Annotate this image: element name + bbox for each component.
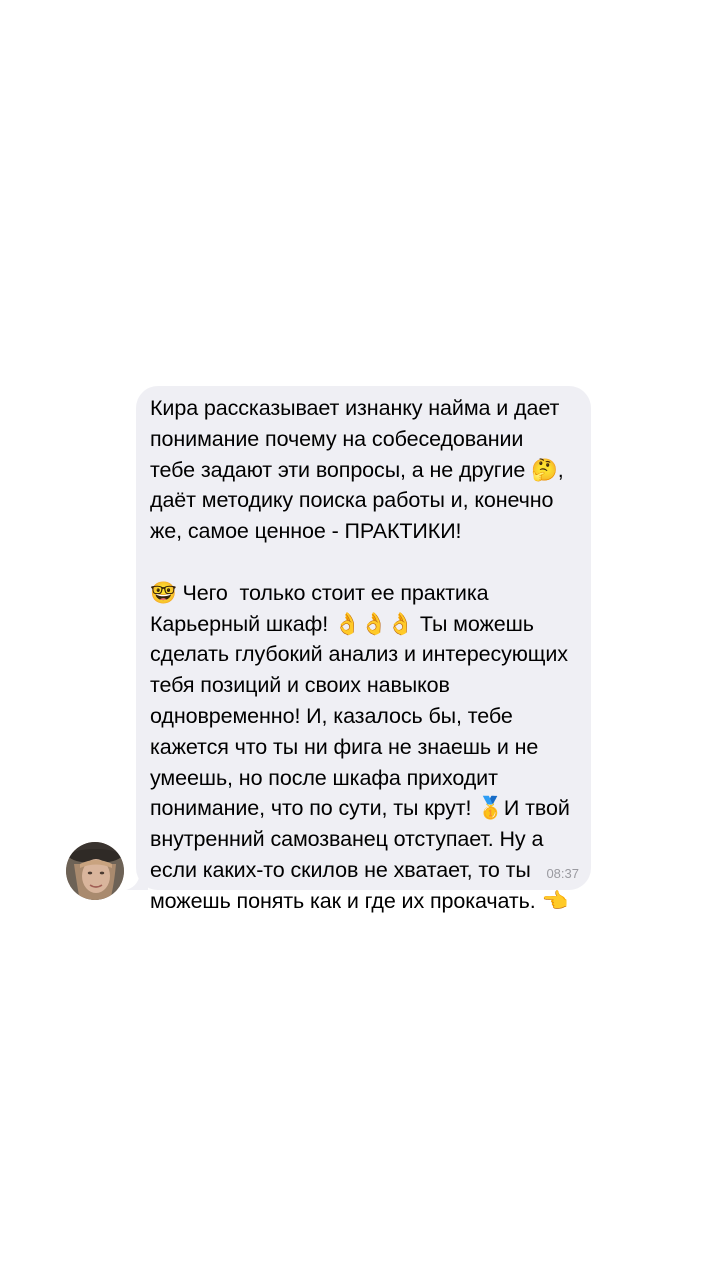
message-text: Кира рассказывает изнанку найма и дает п…: [150, 396, 570, 913]
avatar-photo: [66, 842, 124, 900]
message-timestamp: 08:37: [546, 866, 579, 881]
avatar[interactable]: [66, 842, 124, 900]
incoming-message: Кира рассказывает изнанку найма и дает п…: [66, 386, 596, 913]
chat-screen: Кира рассказывает изнанку найма и дает п…: [0, 0, 720, 1280]
message-bubble[interactable]: Кира рассказывает изнанку найма и дает п…: [136, 386, 591, 913]
